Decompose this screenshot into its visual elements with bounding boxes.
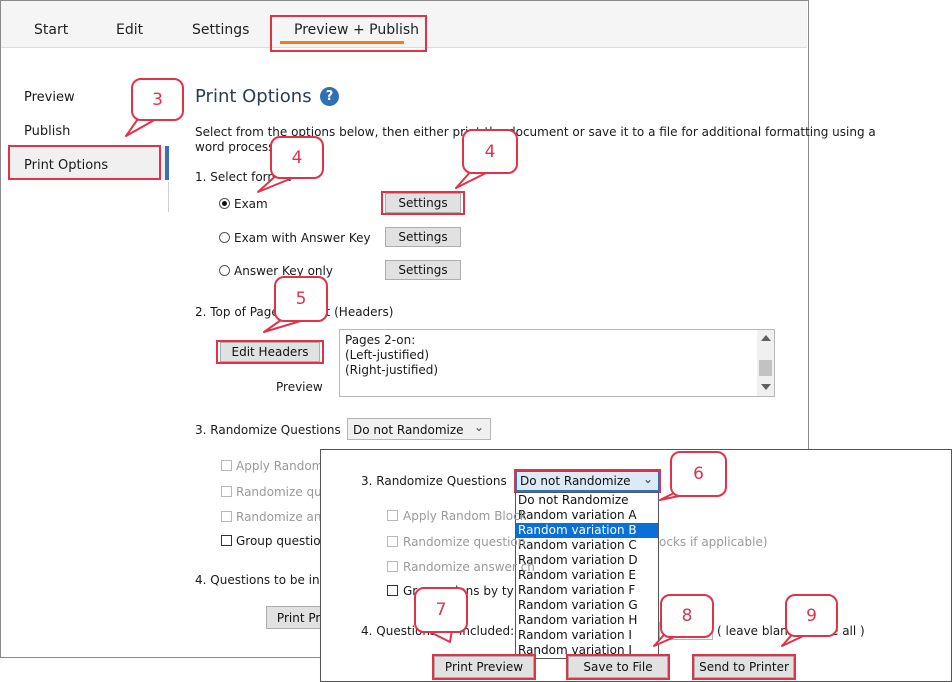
callout-number: 3 bbox=[152, 89, 163, 110]
callout-number: 4 bbox=[484, 141, 496, 162]
callout-badge: 6 bbox=[670, 451, 727, 497]
callout-number: 8 bbox=[681, 606, 693, 626]
callout-number: 6 bbox=[693, 464, 704, 484]
callout-badge: 4 bbox=[270, 136, 324, 179]
callout-badge: 7 bbox=[414, 587, 468, 633]
callout-badge: 3 bbox=[131, 78, 184, 121]
callout-badge: 4 bbox=[462, 129, 518, 174]
callout-badge: 8 bbox=[660, 594, 714, 638]
callout-number: 9 bbox=[806, 605, 817, 626]
callout-badge: 9 bbox=[785, 594, 838, 637]
callout-badge: 5 bbox=[274, 276, 328, 322]
callout-number: 4 bbox=[291, 147, 303, 168]
callout-number: 5 bbox=[295, 289, 307, 309]
callout-number: 7 bbox=[435, 600, 447, 620]
